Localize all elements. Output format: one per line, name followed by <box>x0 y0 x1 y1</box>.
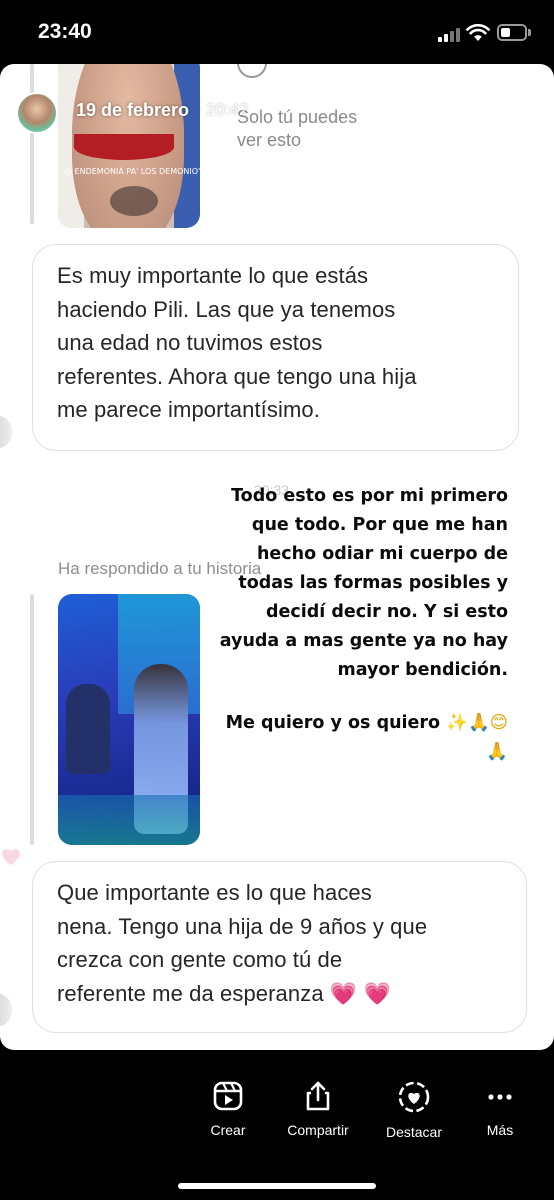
close-icon[interactable] <box>510 92 544 126</box>
private-notice: Solo tú puedes ver esto <box>237 106 357 152</box>
create-label: Crear <box>210 1122 246 1138</box>
message-line: crezca con gente como tú de <box>57 947 343 972</box>
sparkles-pray-smile-emoji: ✨🙏😊 <box>446 713 508 733</box>
thumbnail-detail <box>110 186 158 216</box>
more-button[interactable]: Más <box>455 1080 545 1138</box>
lock-icon <box>237 64 267 78</box>
more-label: Más <box>486 1122 514 1138</box>
sender-avatar[interactable] <box>0 994 12 1026</box>
message-line: haciendo Pili. Las que ya tenemos <box>57 296 396 322</box>
highlight-heart-icon <box>398 1081 430 1113</box>
share-label: Compartir <box>287 1122 349 1138</box>
message-line: Que importante es lo que haces <box>57 880 372 905</box>
thumbnail-detail <box>74 134 174 160</box>
story-date: 19 de febrero <box>76 100 190 120</box>
message-line: me parece importantísimo. <box>57 397 320 422</box>
story-card: @ ENDEMONIÁ PA' LOS DEMONIO' Solo tú pue… <box>0 64 554 1050</box>
overlay-spacer <box>198 685 508 709</box>
story-toolbar: Crear Compartir Destacar Más <box>0 1080 554 1160</box>
wifi-icon <box>466 24 490 41</box>
more-icon <box>488 1094 512 1100</box>
overlay-line: que todo. Por que me han <box>251 515 508 535</box>
pray-emoji: 🙏 <box>486 742 508 762</box>
overlay-line: Todo esto es por mi primero <box>231 486 508 506</box>
highlight-label: Destacar <box>385 1124 443 1140</box>
thread-line-mid <box>30 594 34 845</box>
share-button[interactable]: Compartir <box>273 1080 363 1138</box>
thread-line-top <box>30 64 34 224</box>
thumbnail-caption: @ ENDEMONIÁ PA' LOS DEMONIO' <box>64 167 200 176</box>
home-indicator[interactable] <box>178 1183 376 1189</box>
story-thumbnail-top[interactable]: @ ENDEMONIÁ PA' LOS DEMONIO' <box>58 64 200 228</box>
status-time: 23:40 <box>38 20 92 43</box>
message-bubble: Es muy importante lo que estás haciendo … <box>32 244 519 451</box>
story-time: 20:42 <box>206 100 249 119</box>
overlay-closing: Me quiero y os quiero ✨🙏😊 <box>198 709 508 738</box>
overlay-closing-text: Me quiero y os quiero <box>225 713 441 733</box>
story-thumbnail-reply[interactable] <box>58 594 200 845</box>
battery-icon <box>497 24 527 41</box>
battery-tip <box>528 29 531 36</box>
story-overlay-text: Todo esto es por mi primero que todo. Po… <box>198 482 508 767</box>
message-line: referente me da esperanza 💗 💗 <box>57 980 392 1006</box>
sender-avatar[interactable] <box>0 416 12 448</box>
overlay-line: hecho odiar mi cuerpo de <box>256 544 508 564</box>
thumbnail-floor <box>58 795 200 845</box>
private-notice-line: Solo tú puedes <box>237 107 358 127</box>
floating-heart-icon <box>2 849 20 865</box>
overlay-line: todas las formas posibles y <box>238 573 508 593</box>
message-bubble: Que importante es lo que haces nena. Ten… <box>32 861 527 1033</box>
story-author-avatar[interactable] <box>16 92 58 134</box>
overlay-line: ayuda a mas gente ya no hay <box>219 631 508 651</box>
thumbnail-figure <box>66 684 110 774</box>
message-line: Es muy importante lo que estás <box>57 263 369 288</box>
create-button[interactable]: Crear <box>183 1080 273 1138</box>
message-line: una edad no tuvimos estos <box>57 330 323 355</box>
cellular-signal-icon <box>438 26 462 42</box>
reel-icon <box>213 1081 243 1111</box>
private-notice-line: ver esto <box>237 130 302 150</box>
overlay-line: decidí decir no. Y si esto <box>265 602 508 622</box>
highlight-button[interactable]: Destacar <box>369 1080 459 1140</box>
message-line: referentes. Ahora que tengo una hija <box>57 363 417 389</box>
message-line: nena. Tengo una hija de 9 años y que <box>57 913 428 939</box>
share-icon <box>306 1081 330 1111</box>
status-bar: 23:40 <box>0 0 554 64</box>
overlay-line: mayor bendición. <box>337 660 508 680</box>
